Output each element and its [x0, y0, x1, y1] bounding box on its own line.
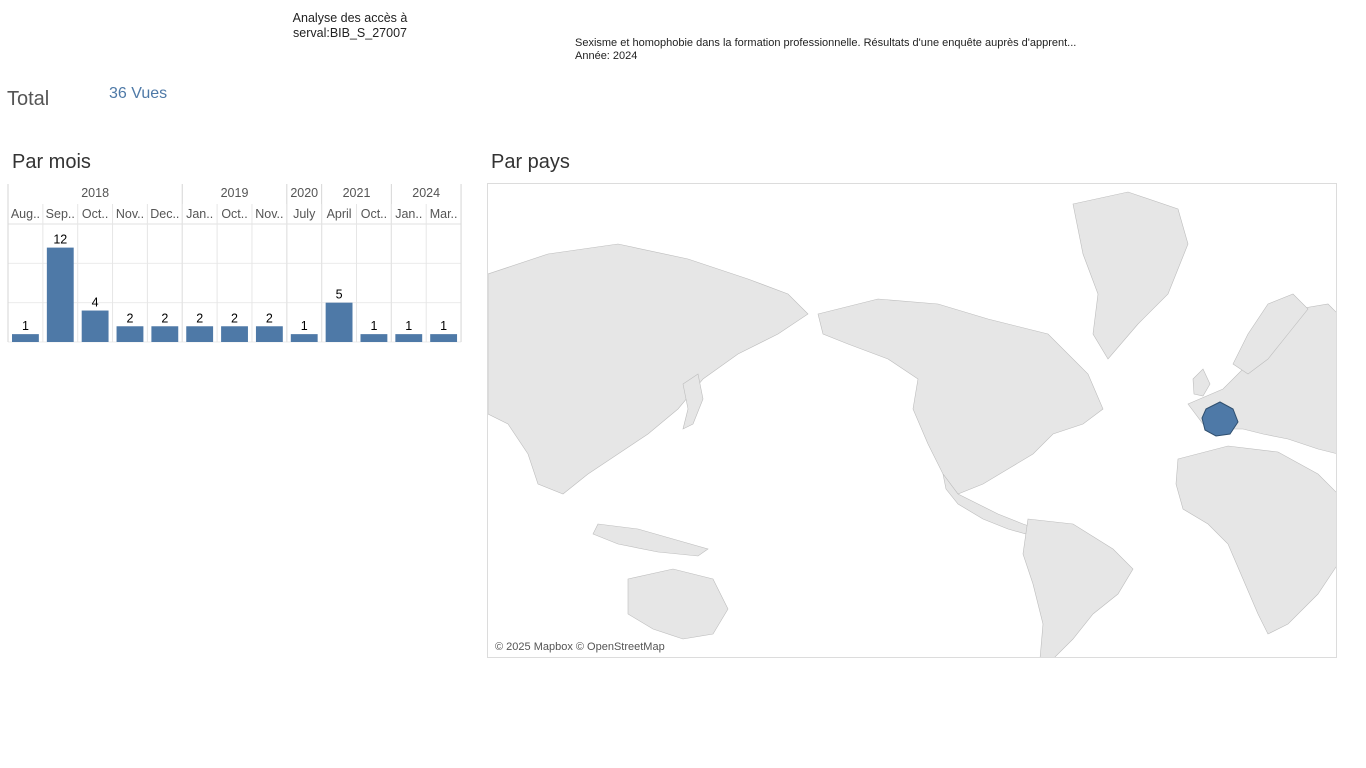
world-map [488, 191, 1336, 657]
bar [46, 247, 74, 342]
month-label: Jan.. [186, 207, 213, 221]
month-label: Oct.. [82, 207, 108, 221]
bar-value-label: 5 [336, 288, 343, 302]
bar [151, 326, 179, 342]
document-title: Sexisme et homophobie dans la formation … [575, 37, 1077, 49]
document-info: Sexisme et homophobie dans la formation … [575, 37, 1076, 63]
australia-shape [627, 568, 729, 640]
bar [395, 334, 423, 342]
bar [290, 334, 318, 342]
bar [360, 334, 388, 342]
bar-value-label: 2 [266, 311, 273, 325]
bar [430, 334, 458, 342]
month-label: Oct.. [221, 207, 247, 221]
month-label: July [293, 207, 316, 221]
by-country-title: Par pays [491, 151, 570, 173]
bar-value-label: 2 [126, 311, 133, 325]
total-value: 36 Vues [109, 85, 168, 102]
year-label: 2018 [81, 186, 109, 200]
greenland-shape [1072, 191, 1189, 360]
bar [116, 326, 144, 342]
year-label: 2024 [412, 186, 440, 200]
bar-value-label: 12 [53, 233, 67, 247]
total-label: Total [7, 88, 50, 110]
analysis-title: Analyse des accès à serval:BIB_S_27007 [270, 11, 430, 41]
bar-value-label: 1 [22, 319, 29, 333]
month-label: April [327, 207, 352, 221]
by-month-title: Par mois [12, 151, 91, 173]
month-label: Nov.. [255, 207, 283, 221]
month-label: Sep.. [46, 207, 75, 221]
analysis-title-line1: Analyse des accès à [292, 11, 408, 25]
bar-value-label: 1 [440, 319, 447, 333]
year-label: 2020 [290, 186, 318, 200]
month-label: Oct.. [361, 207, 387, 221]
year-label: 2021 [343, 186, 371, 200]
bar [12, 334, 39, 342]
document-year: Année: 2024 [575, 50, 638, 62]
bar-value-label: 2 [161, 311, 168, 325]
uk-shape [1192, 368, 1211, 397]
month-label: Jan.. [395, 207, 422, 221]
month-label: Nov.. [116, 207, 144, 221]
indonesia-shape [592, 523, 709, 557]
north-america-shape [817, 298, 1104, 495]
month-label: Mar.. [430, 207, 458, 221]
asia-shape [488, 243, 809, 495]
bar [186, 326, 214, 342]
year-label: 2019 [221, 186, 249, 200]
bar-value-label: 1 [370, 319, 377, 333]
bar [221, 326, 248, 342]
bar-value-label: 2 [231, 311, 238, 325]
bar-value-label: 4 [92, 296, 99, 310]
africa-shape [1175, 445, 1336, 635]
map-attribution: © 2025 Mapbox © OpenStreetMap [495, 641, 665, 653]
bar-value-label: 1 [405, 319, 412, 333]
bar [325, 302, 353, 342]
bar [81, 310, 109, 342]
country-map[interactable] [487, 183, 1337, 658]
month-label: Dec.. [150, 207, 179, 221]
bar-value-label: 1 [301, 319, 308, 333]
bar [255, 326, 283, 342]
analysis-title-line2: serval:BIB_S_27007 [293, 26, 407, 40]
monthly-bar-chart: 2018 2019 2020 2021 2024Aug..1Sep..12Oct..4N… [7, 184, 462, 343]
bar-value-label: 2 [196, 311, 203, 325]
month-label: Aug.. [11, 207, 40, 221]
south-america-shape [1022, 518, 1134, 657]
